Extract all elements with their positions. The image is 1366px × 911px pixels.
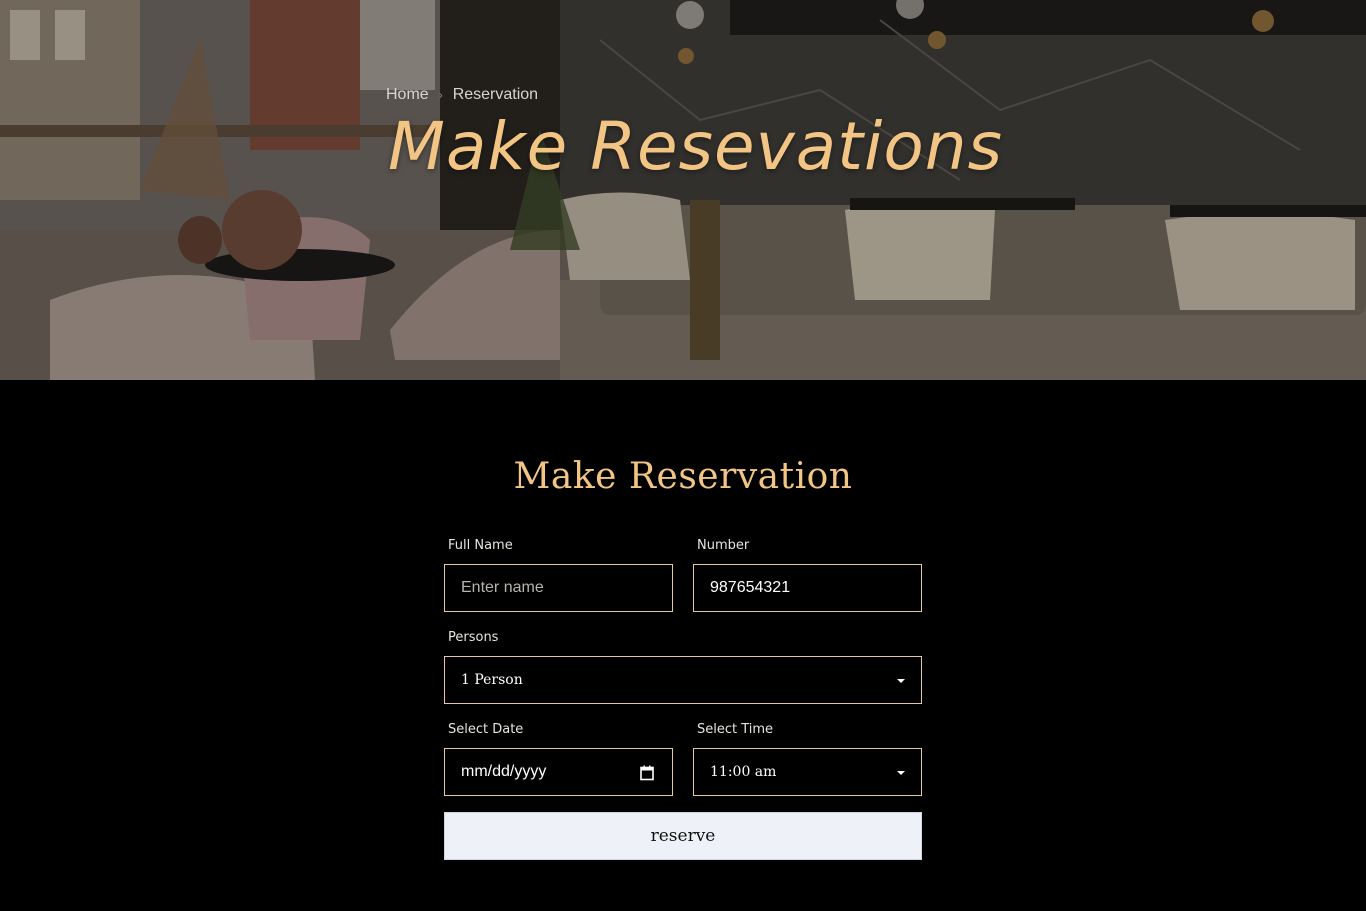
reserve-button[interactable]: reserve <box>444 812 922 860</box>
persons-select[interactable]: 1 Person <box>444 656 922 704</box>
page-title: Make Resevations <box>388 108 1003 185</box>
dropdown-caret-icon <box>897 679 905 683</box>
chevron-right-icon: › <box>438 88 443 102</box>
date-placeholder: mm/dd/yyyy <box>461 763 547 780</box>
dropdown-caret-icon <box>897 771 905 775</box>
number-label: Number <box>697 538 750 553</box>
full-name-label: Full Name <box>448 538 513 553</box>
time-select[interactable]: 11:00 am <box>693 748 922 796</box>
hero-banner: Home › Reservation Make Resevations <box>0 0 1366 380</box>
hero-overlay <box>0 0 1366 380</box>
number-input[interactable]: 987654321 <box>693 564 922 612</box>
persons-value: 1 Person <box>461 672 523 688</box>
date-input[interactable]: mm/dd/yyyy <box>444 748 673 796</box>
breadcrumb: Home › Reservation <box>386 86 538 104</box>
number-value: 987654321 <box>710 579 791 596</box>
form-title: Make Reservation <box>513 456 853 497</box>
persons-label: Persons <box>448 630 499 645</box>
date-label: Select Date <box>448 722 524 737</box>
full-name-input[interactable]: Enter name <box>444 564 673 612</box>
breadcrumb-current: Reservation <box>452 86 539 103</box>
breadcrumb-home-link[interactable]: Home <box>386 86 429 104</box>
time-value: 11:00 am <box>710 764 777 780</box>
time-label: Select Time <box>697 722 774 737</box>
full-name-placeholder: Enter name <box>461 579 544 596</box>
calendar-icon[interactable] <box>640 765 654 781</box>
